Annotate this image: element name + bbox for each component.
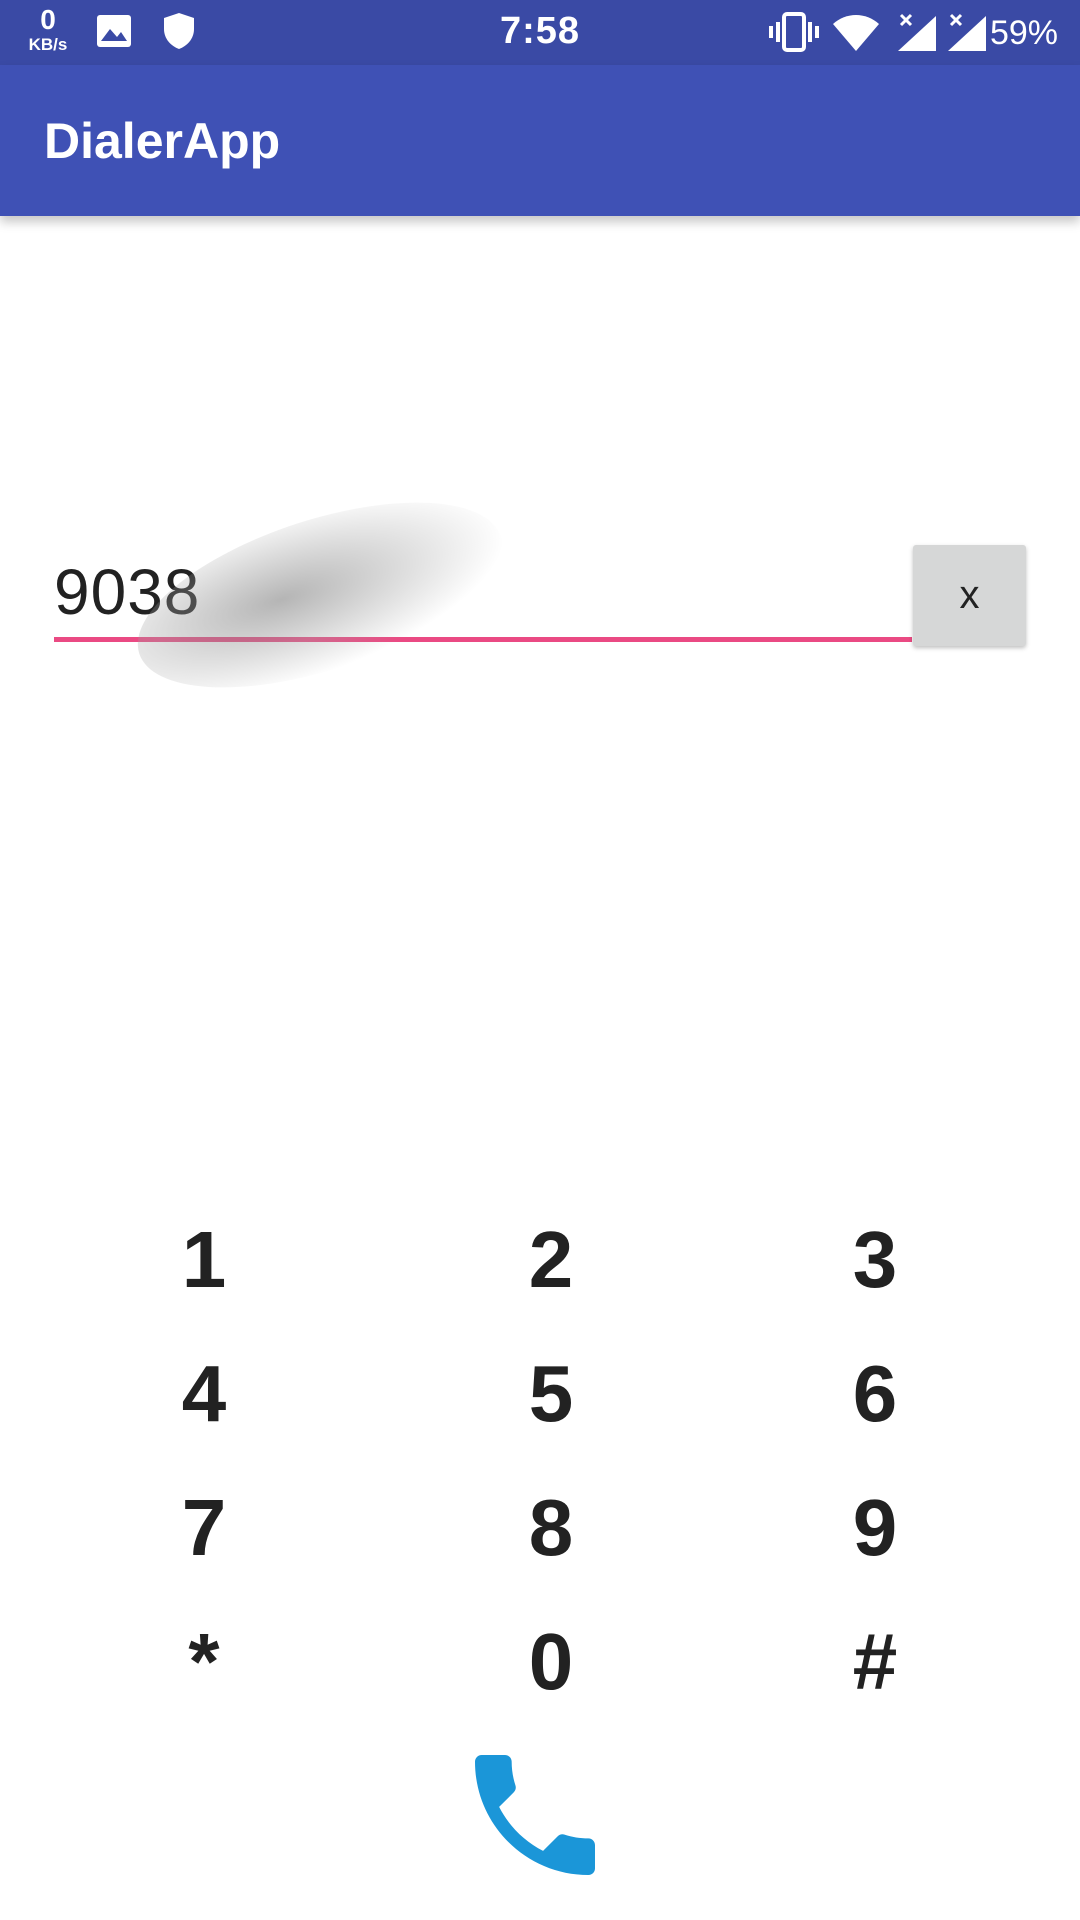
key-2[interactable]: 2	[451, 1205, 651, 1315]
signal-icon	[896, 12, 940, 57]
key-7[interactable]: 7	[104, 1473, 304, 1583]
key-star[interactable]: *	[104, 1607, 304, 1717]
status-bar: 0 KB/s 7:58 59%	[0, 0, 1080, 65]
key-9[interactable]: 9	[775, 1473, 975, 1583]
input-underline	[54, 637, 912, 642]
key-hash[interactable]: #	[775, 1607, 975, 1717]
clear-button[interactable]: x	[913, 545, 1026, 646]
key-8[interactable]: 8	[451, 1473, 651, 1583]
vibrate-icon	[768, 12, 820, 57]
key-6[interactable]: 6	[775, 1339, 975, 1449]
app-bar: DialerApp	[0, 65, 1080, 216]
app-title: DialerApp	[44, 113, 281, 169]
battery-level: 59%	[989, 14, 1058, 52]
key-3[interactable]: 3	[775, 1205, 975, 1315]
dialer-screen: 0 KB/s 7:58 59% DialerApp 9038 x 1 2 3 4…	[0, 0, 1080, 1920]
key-1[interactable]: 1	[104, 1205, 304, 1315]
phone-number-text[interactable]: 9038	[54, 555, 200, 629]
call-button[interactable]	[455, 1735, 615, 1895]
wifi-icon	[832, 14, 880, 57]
signal-icon	[946, 12, 990, 57]
phone-icon	[455, 1755, 615, 1899]
key-0[interactable]: 0	[451, 1607, 651, 1717]
phone-number-input[interactable]: 9038	[54, 545, 912, 645]
key-4[interactable]: 4	[104, 1339, 304, 1449]
key-5[interactable]: 5	[451, 1339, 651, 1449]
